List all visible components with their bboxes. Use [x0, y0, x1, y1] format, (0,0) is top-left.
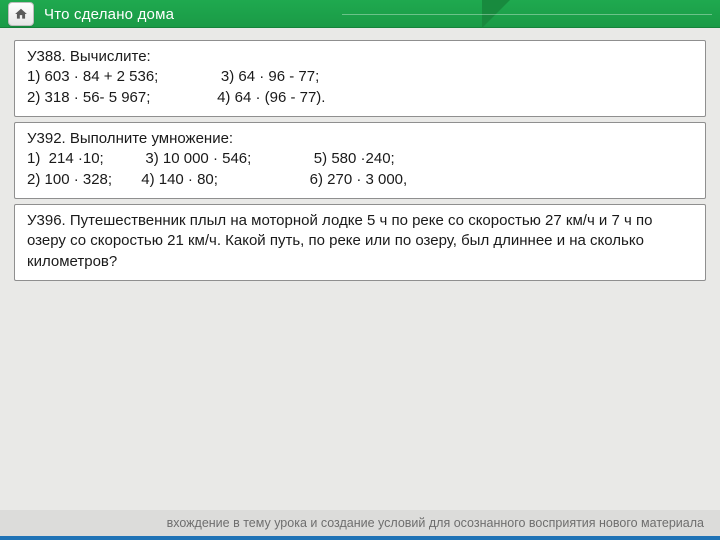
card-title: У392. Выполните умножение: — [27, 129, 693, 149]
footer-blue-stripe — [0, 536, 720, 540]
card-line: 1) 214 ·10; 3) 10 000 · 546; 5) 580 ·240… — [27, 149, 693, 169]
slide: Что сделано дома У388. Вычислите: 1) 603… — [0, 0, 720, 540]
footer-bar: вхождение в тему урока и создание услови… — [0, 510, 720, 536]
home-icon — [14, 7, 28, 21]
card-line: 2) 100 · 328; 4) 140 · 80; 6) 270 · 3 00… — [27, 170, 693, 190]
home-button[interactable] — [8, 2, 34, 26]
card-line: 1) 603 · 84 + 2 536; 3) 64 · 96 - 77; — [27, 67, 693, 87]
header-decor-rule — [342, 14, 712, 15]
card-u396: У396. Путешественник плыл на моторной ло… — [14, 204, 706, 281]
footer-text: вхождение в тему урока и создание услови… — [167, 516, 704, 530]
card-text: У396. Путешественник плыл на моторной ло… — [27, 211, 693, 272]
header-title: Что сделано дома — [44, 6, 174, 23]
card-line: 2) 318 · 56- 5 967; 4) 64 · (96 - 77). — [27, 88, 693, 108]
card-u392: У392. Выполните умножение: 1) 214 ·10; 3… — [14, 122, 706, 199]
card-u388: У388. Вычислите: 1) 603 · 84 + 2 536; 3)… — [14, 40, 706, 117]
card-title: У388. Вычислите: — [27, 47, 693, 67]
